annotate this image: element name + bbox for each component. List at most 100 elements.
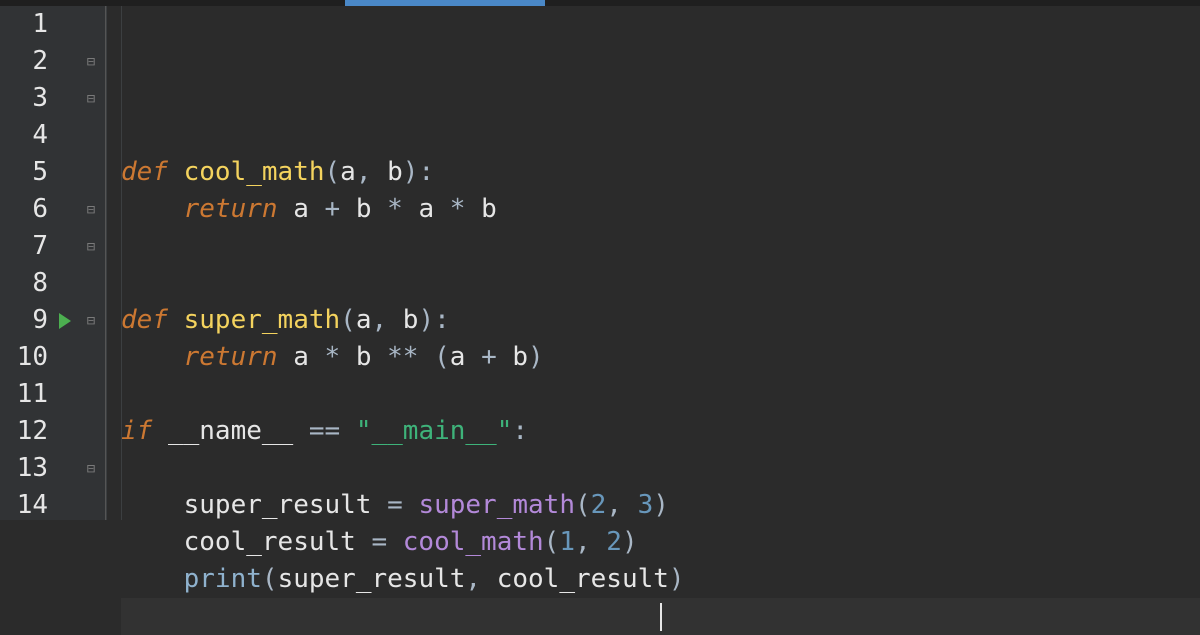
token-var <box>121 561 184 598</box>
fold-gutter-cell[interactable]: ⊟ <box>77 80 105 117</box>
token-var: cool_result <box>184 524 356 561</box>
token-par: ( <box>544 524 560 561</box>
line-number: 1 <box>0 6 50 43</box>
token-op: + <box>309 191 356 228</box>
code-line[interactable]: print(super_result, cool_result) <box>121 561 1200 598</box>
token-str: "__main__" <box>356 413 513 450</box>
fold-close-icon[interactable]: ⊟ <box>87 240 95 254</box>
fold-open-icon[interactable]: ⊟ <box>87 314 95 328</box>
fold-open-icon[interactable]: ⊟ <box>87 203 95 217</box>
run-icon[interactable] <box>59 313 71 329</box>
fold-gutter-cell[interactable] <box>77 154 105 191</box>
run-gutter-cell[interactable] <box>53 413 77 450</box>
token-var: b <box>481 191 497 228</box>
line-number: 9 <box>0 302 50 339</box>
code-line[interactable]: def super_math(a, b): <box>121 302 1200 339</box>
fold-gutter-cell[interactable] <box>77 487 105 524</box>
token-num: 2 <box>591 487 607 524</box>
fold-close-icon[interactable]: ⊟ <box>87 92 95 106</box>
gutter: 1234567891011121314 ⊟⊟⊟⊟⊟⊟ <box>0 6 107 520</box>
token-par: , <box>465 561 496 598</box>
run-gutter-cell[interactable] <box>53 265 77 302</box>
code-line[interactable]: return a * b ** (a + b) <box>121 339 1200 376</box>
token-par: , <box>371 302 402 339</box>
code-line[interactable] <box>121 598 1200 635</box>
token-var <box>121 191 184 228</box>
token-par: , <box>356 154 387 191</box>
run-gutter-cell[interactable] <box>53 80 77 117</box>
run-gutter[interactable] <box>53 6 77 520</box>
code-line[interactable]: super_result = super_math(2, 3) <box>121 487 1200 524</box>
token-kw: def <box>121 154 184 191</box>
code-line[interactable]: def cool_math(a, b): <box>121 154 1200 191</box>
fold-gutter-cell[interactable] <box>77 265 105 302</box>
line-number: 4 <box>0 117 50 154</box>
run-gutter-cell[interactable] <box>53 154 77 191</box>
token-num: 1 <box>559 524 575 561</box>
fold-gutter-cell[interactable] <box>77 339 105 376</box>
run-gutter-cell[interactable] <box>53 302 77 339</box>
fold-gutter-cell[interactable] <box>77 413 105 450</box>
fold-gutter-cell[interactable]: ⊟ <box>77 228 105 265</box>
fold-gutter-cell[interactable]: ⊟ <box>77 302 105 339</box>
token-num: 3 <box>638 487 654 524</box>
token-par: ) <box>528 339 544 376</box>
token-kw: return <box>184 191 294 228</box>
run-gutter-cell[interactable] <box>53 487 77 524</box>
code-line[interactable] <box>121 117 1200 154</box>
run-gutter-cell[interactable] <box>53 376 77 413</box>
token-var <box>121 524 184 561</box>
token-par: : <box>512 413 528 450</box>
token-kw: def <box>121 302 184 339</box>
token-op: * <box>371 191 418 228</box>
token-var <box>121 339 184 376</box>
code-line[interactable] <box>121 228 1200 265</box>
token-var: super_result <box>278 561 466 598</box>
run-gutter-cell[interactable] <box>53 43 77 80</box>
token-op: = <box>371 487 418 524</box>
fold-close-icon[interactable]: ⊟ <box>87 462 95 476</box>
line-number: 11 <box>0 376 50 413</box>
token-var: a <box>340 154 356 191</box>
line-number: 5 <box>0 154 50 191</box>
fold-gutter-cell[interactable] <box>77 117 105 154</box>
fold-gutter[interactable]: ⊟ ⊟ ⊟ ⊟ ⊟ ⊟ <box>77 6 106 520</box>
line-number: 8 <box>0 265 50 302</box>
token-op: = <box>356 524 403 561</box>
run-gutter-cell[interactable] <box>53 228 77 265</box>
code-area[interactable]: def cool_math(a, b): return a + b * a * … <box>107 6 1200 520</box>
code-line[interactable]: return a + b * a * b <box>121 191 1200 228</box>
line-number: 2 <box>0 43 50 80</box>
token-call: super_math <box>418 487 575 524</box>
run-gutter-cell[interactable] <box>53 191 77 228</box>
token-var <box>121 487 184 524</box>
token-bi: print <box>184 561 262 598</box>
token-num: 2 <box>606 524 622 561</box>
token-var: cool_result <box>497 561 669 598</box>
line-number: 3 <box>0 80 50 117</box>
run-gutter-cell[interactable] <box>53 117 77 154</box>
run-gutter-cell[interactable] <box>53 339 77 376</box>
code-line[interactable]: cool_result = cool_math(1, 2) <box>121 524 1200 561</box>
run-gutter-cell[interactable] <box>53 6 77 43</box>
fold-gutter-cell[interactable]: ⊟ <box>77 450 105 487</box>
code-line[interactable] <box>121 450 1200 487</box>
code-line[interactable] <box>121 376 1200 413</box>
token-fn: cool_math <box>184 154 325 191</box>
token-par: , <box>575 524 606 561</box>
fold-gutter-cell[interactable]: ⊟ <box>77 191 105 228</box>
token-fn: super_math <box>184 302 341 339</box>
token-op: ** <box>371 339 434 376</box>
run-gutter-cell[interactable] <box>53 450 77 487</box>
token-par: ( <box>575 487 591 524</box>
editor[interactable]: 1234567891011121314 ⊟⊟⊟⊟⊟⊟ def cool_math… <box>0 6 1200 520</box>
code-line[interactable]: if __name__ == "__main__": <box>121 413 1200 450</box>
fold-gutter-cell[interactable] <box>77 376 105 413</box>
fold-open-icon[interactable]: ⊟ <box>87 55 95 69</box>
line-number: 14 <box>0 487 50 524</box>
token-par: : <box>434 302 450 339</box>
token-par: ) <box>403 154 419 191</box>
code-line[interactable] <box>121 265 1200 302</box>
fold-gutter-cell[interactable] <box>77 6 105 43</box>
fold-gutter-cell[interactable]: ⊟ <box>77 43 105 80</box>
